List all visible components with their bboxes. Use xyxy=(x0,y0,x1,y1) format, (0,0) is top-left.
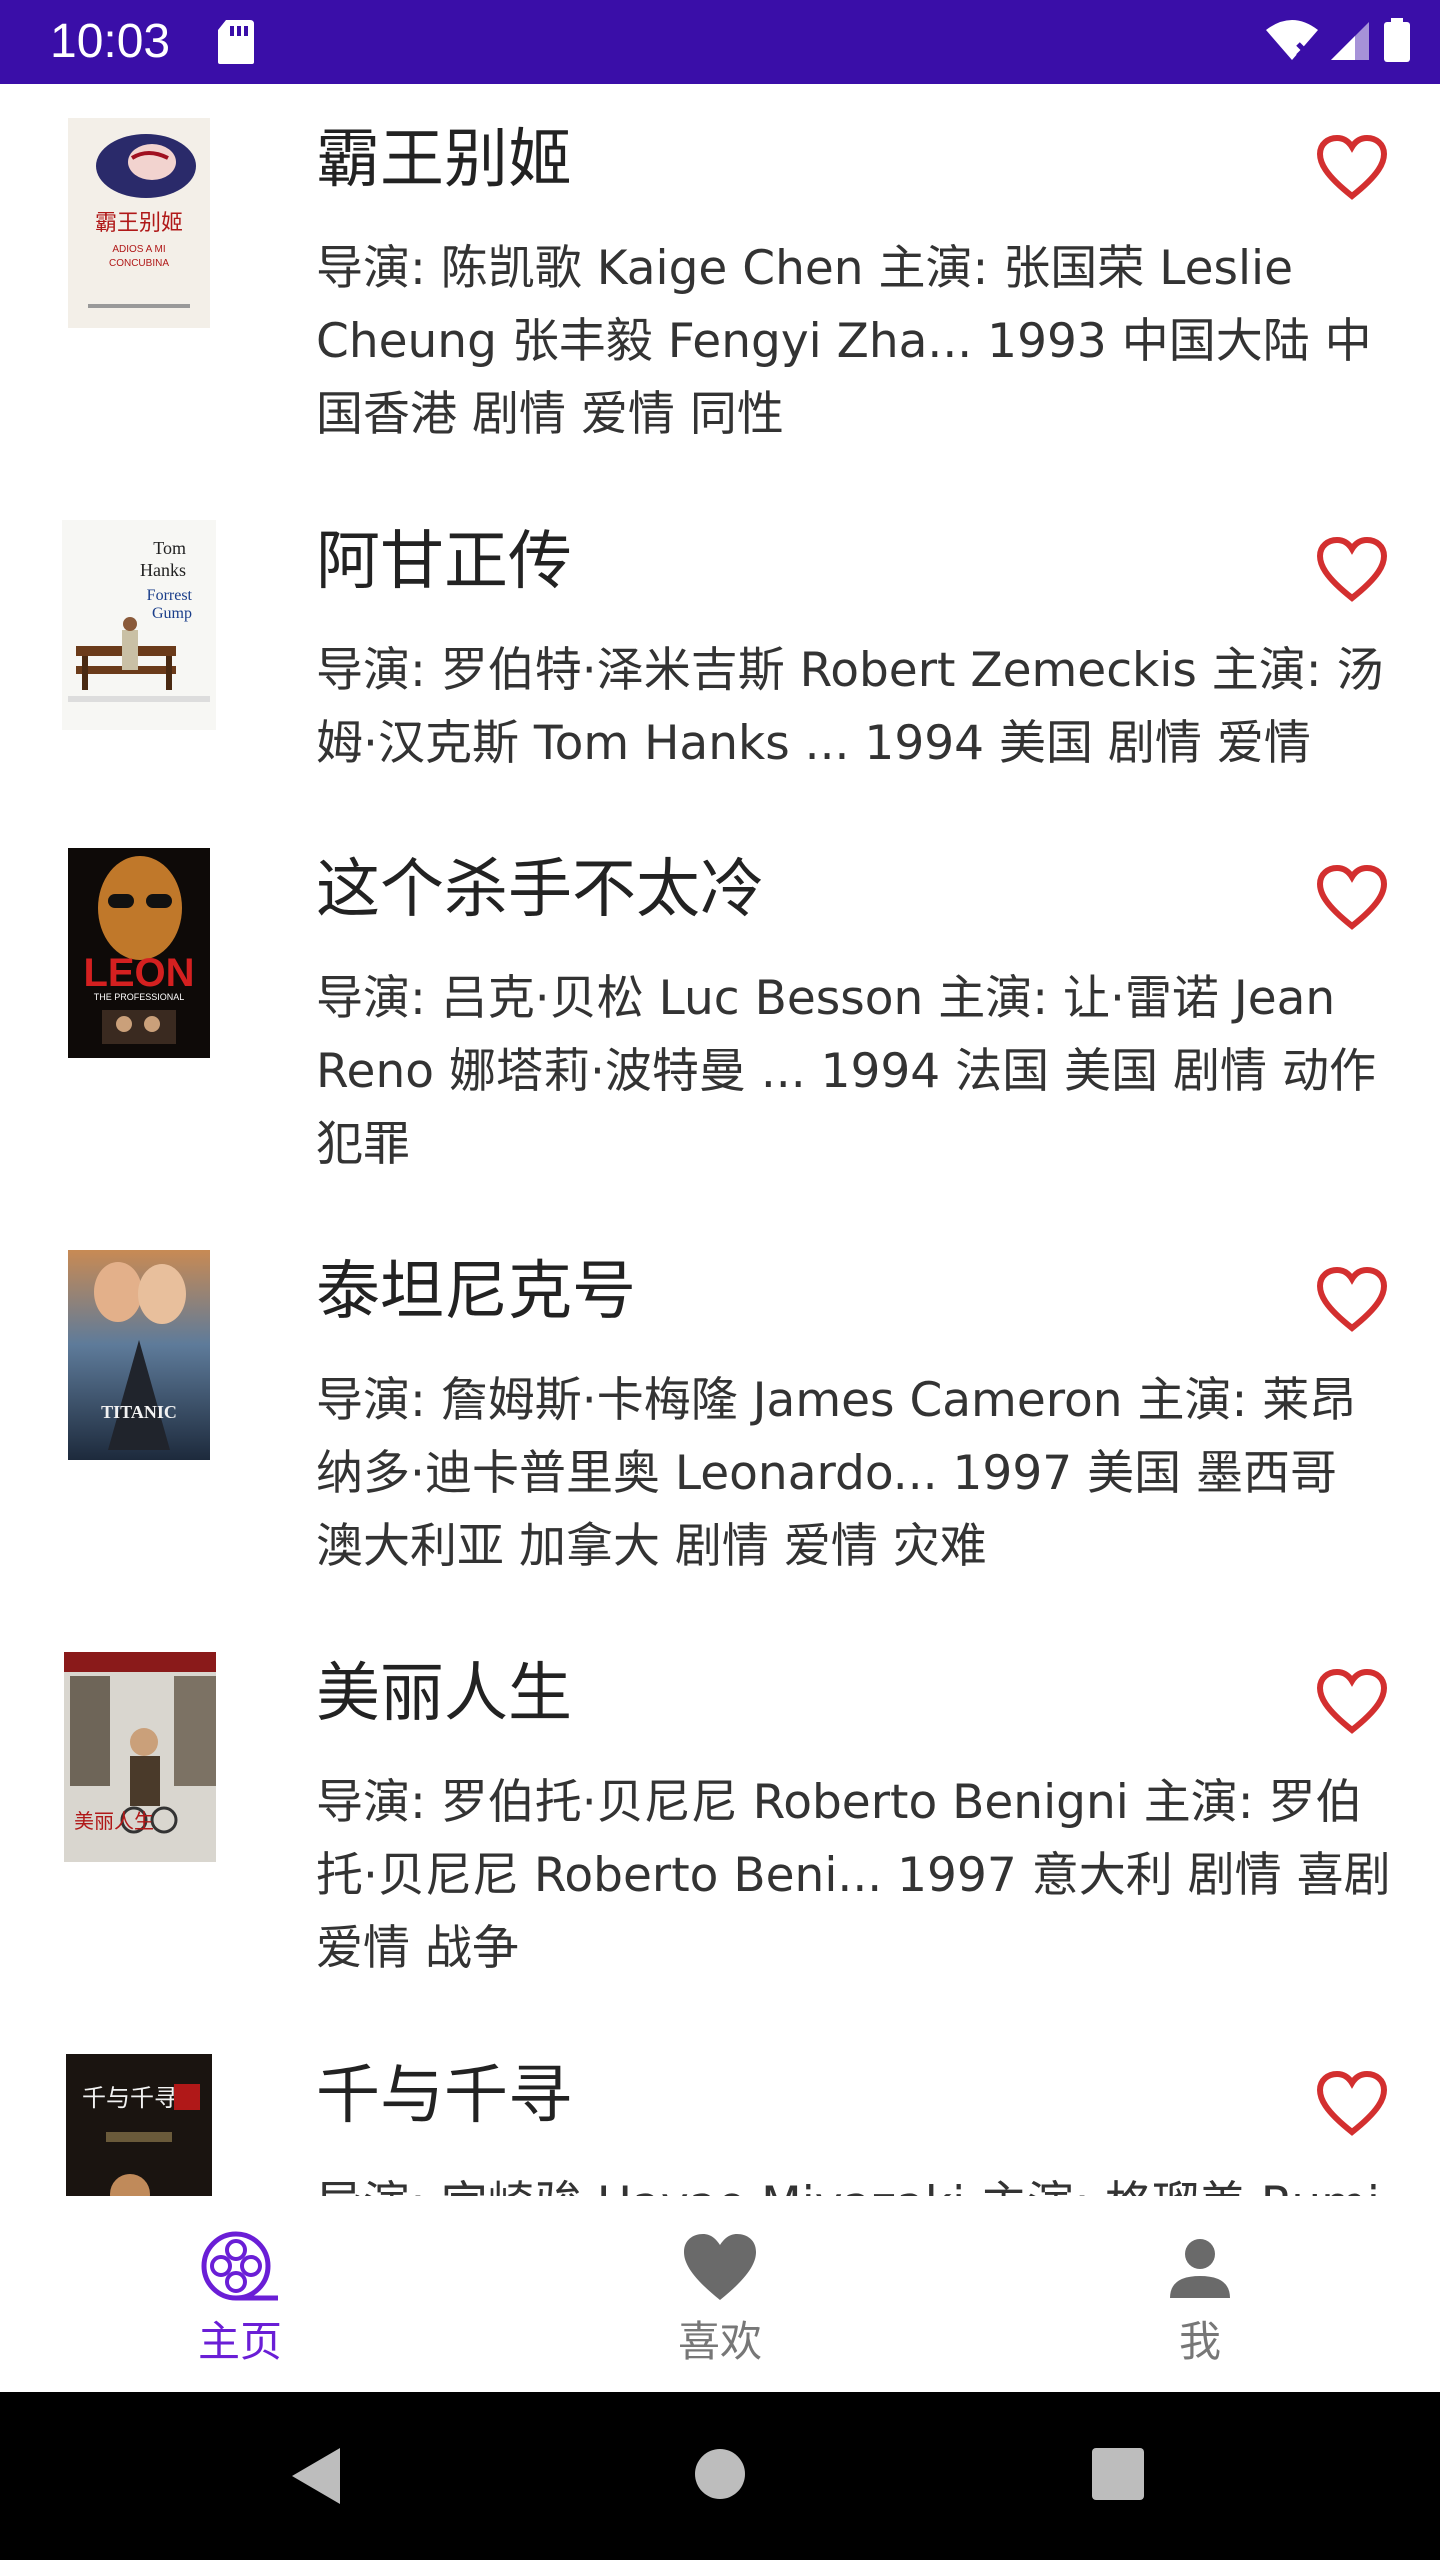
movie-item[interactable]: TITANIC 泰坦尼克号 导演: 詹姆斯·卡梅隆 James Cameron … xyxy=(0,1216,1440,1618)
movie-description: 导演: 罗伯托·贝尼尼 Roberto Benigni 主演: 罗伯托·贝尼尼 … xyxy=(316,1775,1391,1976)
movie-item[interactable]: LEON THE PROFESSIONAL 这个杀手不太冷 导演: 吕克·贝松 … xyxy=(0,814,1440,1216)
movie-description: 导演: 宫崎骏 Hayao Miyazaki 主演: 柊瑠美 Rumi Hîra… xyxy=(316,2168,1396,2196)
movie-description: 导演: 罗伯特·泽米吉斯 Robert Zemeckis 主演: 汤姆·汉克斯 … xyxy=(316,643,1384,771)
signal-icon xyxy=(1330,22,1369,60)
bottom-navigation: 主页 喜欢 我 xyxy=(0,2196,1440,2392)
svg-text:LEON: LEON xyxy=(83,951,194,995)
movie-description: 导演: 吕克·贝松 Luc Besson 主演: 让·雷诺 Jean Reno … xyxy=(316,971,1376,1172)
movie-poster: 美丽人生 xyxy=(64,1652,216,1862)
nav-item-me[interactable]: 我 xyxy=(960,2196,1440,2392)
heart-outline-icon[interactable] xyxy=(1316,2070,1388,2138)
status-bar: 10:03 xyxy=(0,0,1440,84)
film-reel-icon xyxy=(200,2228,280,2308)
svg-text:THE PROFESSIONAL: THE PROFESSIONAL xyxy=(94,992,185,1002)
movie-poster: Tom Hanks Forrest Gump xyxy=(62,520,216,730)
svg-text:Hanks: Hanks xyxy=(140,560,186,580)
wifi-icon xyxy=(1265,20,1318,60)
status-icons xyxy=(1260,16,1412,64)
system-navigation-bar xyxy=(0,2392,1440,2560)
back-icon[interactable] xyxy=(290,2446,344,2510)
svg-text:千与千寻: 千与千寻 xyxy=(82,2084,178,2112)
heart-outline-icon[interactable] xyxy=(1316,536,1388,604)
svg-text:Forrest: Forrest xyxy=(147,587,193,604)
sd-card-icon xyxy=(216,18,256,70)
nav-label-home: 主页 xyxy=(197,2317,282,2366)
movie-description: 导演: 陈凯歌 Kaige Chen 主演: 张国荣 Leslie Cheung… xyxy=(316,241,1372,442)
svg-text:霸王别姬: 霸王别姬 xyxy=(95,211,183,236)
movie-title: 霸王别姬 xyxy=(316,123,572,197)
nav-label-me: 我 xyxy=(1178,2317,1221,2366)
movie-item[interactable]: 美丽人生 美丽人生 导演: 罗伯托·贝尼尼 Roberto Benigni 主演… xyxy=(0,1618,1440,2020)
heart-outline-icon[interactable] xyxy=(1316,1668,1388,1736)
movie-description: 导演: 詹姆斯·卡梅隆 James Cameron 主演: 莱昂纳多·迪卡普里奥… xyxy=(316,1373,1357,1574)
movie-title: 泰坦尼克号 xyxy=(316,1255,636,1329)
movie-title: 美丽人生 xyxy=(316,1657,572,1731)
person-icon xyxy=(1160,2228,1240,2308)
battery-icon xyxy=(1384,18,1410,62)
svg-text:CONCUBINA: CONCUBINA xyxy=(109,258,169,269)
svg-text:Tom: Tom xyxy=(153,538,186,558)
movie-poster: LEON THE PROFESSIONAL xyxy=(68,848,210,1058)
recents-icon[interactable] xyxy=(1092,2448,1144,2504)
svg-text:TITANIC: TITANIC xyxy=(101,1402,177,1422)
movie-poster: TITANIC xyxy=(68,1250,210,1460)
movie-title: 阿甘正传 xyxy=(316,525,572,599)
heart-outline-icon[interactable] xyxy=(1316,864,1388,932)
heart-outline-icon[interactable] xyxy=(1316,1266,1388,1334)
nav-item-favorites[interactable]: 喜欢 xyxy=(480,2196,960,2392)
nav-label-favorites: 喜欢 xyxy=(677,2317,762,2366)
home-icon[interactable] xyxy=(694,2448,746,2504)
heart-filled-icon xyxy=(680,2228,760,2308)
svg-text:Gump: Gump xyxy=(152,605,192,622)
heart-outline-icon[interactable] xyxy=(1316,134,1388,202)
movie-poster: 霸王别姬 ADIOS A MI CONCUBINA xyxy=(68,118,210,328)
movie-title: 千与千寻 xyxy=(316,2059,572,2133)
movie-title: 这个杀手不太冷 xyxy=(316,853,764,927)
movie-list[interactable]: 霸王别姬 ADIOS A MI CONCUBINA 霸王别姬 导演: 陈凯歌 K… xyxy=(0,84,1440,2196)
status-time: 10:03 xyxy=(50,15,171,68)
movie-poster: 千与千寻 xyxy=(66,2054,212,2196)
nav-item-home[interactable]: 主页 xyxy=(0,2196,480,2392)
svg-text:美丽人生: 美丽人生 xyxy=(74,1809,154,1833)
svg-text:ADIOS A MI: ADIOS A MI xyxy=(112,244,165,255)
movie-item[interactable]: 霸王别姬 ADIOS A MI CONCUBINA 霸王别姬 导演: 陈凯歌 K… xyxy=(0,84,1440,486)
movie-item[interactable]: 千与千寻 千与千寻 导演: 宫崎骏 Hayao Miyazaki 主演: 柊瑠美… xyxy=(0,2020,1440,2196)
